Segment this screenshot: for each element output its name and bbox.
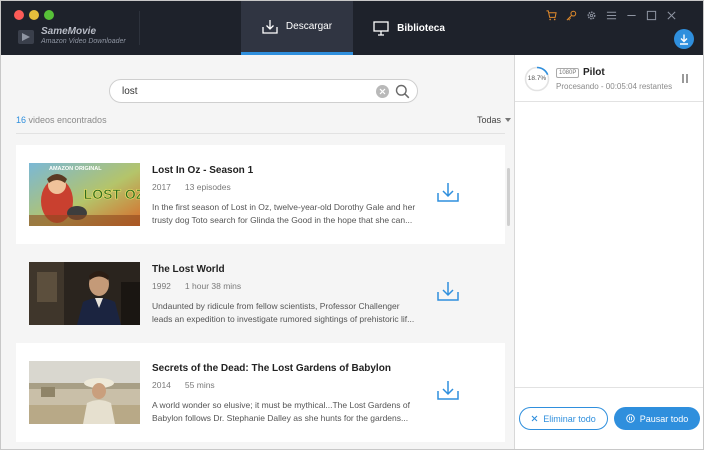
- pause-icon[interactable]: [682, 74, 690, 83]
- download-queue-button[interactable]: [674, 29, 694, 49]
- tab-download[interactable]: Descargar: [241, 1, 353, 55]
- results-count-label: videos encontrados: [26, 115, 107, 125]
- queue-footer: Eliminar todo Pausar todo: [515, 387, 703, 449]
- video-thumbnail[interactable]: [29, 262, 140, 325]
- video-duration: 55 mins: [184, 380, 215, 390]
- video-duration: 1 hour 38 mins: [184, 281, 242, 291]
- list-divider: [16, 133, 505, 134]
- pause-all-button[interactable]: Pausar todo: [614, 407, 700, 430]
- results-count: 16 videos encontrados: [16, 115, 107, 125]
- title-bar: SameMovie Amazon Video Downloader Descar…: [1, 1, 703, 55]
- caret-down-icon: [505, 118, 512, 122]
- maximize-icon[interactable]: [646, 10, 657, 21]
- app-subtitle: Amazon Video Downloader: [41, 38, 126, 45]
- app-window: SameMovie Amazon Video Downloader Descar…: [0, 0, 704, 450]
- video-description: In the first season of Lost in Oz, twelv…: [152, 202, 416, 225]
- video-year: 1992: [152, 281, 171, 291]
- download-arrow-icon: [680, 34, 688, 45]
- results-count-number: 16: [16, 115, 27, 125]
- close-window-button[interactable]: [14, 10, 24, 20]
- gear-icon[interactable]: [586, 10, 597, 21]
- video-title[interactable]: The Lost World: [152, 264, 225, 275]
- monitor-icon: [373, 20, 389, 36]
- x-icon: [531, 415, 538, 422]
- app-logo-icon: [18, 30, 34, 44]
- video-description: A world wonder so elusive; it must be my…: [152, 400, 410, 423]
- download-icon[interactable]: [436, 280, 460, 302]
- video-year: 2014: [152, 380, 171, 390]
- clear-all-label: Eliminar todo: [543, 413, 596, 424]
- video-list: AMAZON ORIGINAL LOST OZ Lost In Oz - Sea…: [16, 145, 507, 449]
- queue-item-title: Pilot: [583, 67, 605, 78]
- video-year: 2017: [152, 182, 171, 192]
- quality-badge: 1080P: [556, 68, 580, 78]
- list-scrollbar[interactable]: [507, 168, 510, 226]
- video-thumbnail[interactable]: AMAZON ORIGINAL LOST OZ: [29, 163, 140, 226]
- queue-item-status: Procesando - 00:05:04 restantes: [556, 82, 673, 91]
- filter-dropdown[interactable]: Todas: [477, 115, 512, 125]
- progress-percent: 18.7%: [527, 75, 547, 82]
- video-item: The Lost World 1992 1 hour 38 mins Undaun…: [16, 244, 505, 343]
- pause-circle-icon: [625, 414, 635, 423]
- search-input[interactable]: [122, 84, 362, 99]
- minimize-icon[interactable]: [626, 10, 637, 21]
- download-tray-icon: [262, 20, 278, 34]
- toolbar-icons: [546, 10, 677, 21]
- app-name: SameMovie: [41, 26, 97, 37]
- thumbnail-title: LOST OZ: [84, 186, 140, 202]
- video-meta: 2017 13 episodes: [152, 182, 231, 192]
- video-thumbnail[interactable]: [29, 361, 140, 424]
- video-duration: 13 episodes: [184, 182, 231, 192]
- video-item: AMAZON ORIGINAL LOST OZ Lost In Oz - Sea…: [16, 145, 505, 244]
- download-icon[interactable]: [436, 379, 460, 401]
- menu-icon[interactable]: [606, 10, 617, 21]
- video-title[interactable]: Secrets of the Dead: The Lost Gardens of…: [152, 363, 391, 374]
- search-bar: [109, 79, 418, 103]
- title-separator: [139, 11, 140, 45]
- video-meta: 1992 1 hour 38 mins: [152, 281, 241, 291]
- tab-library-label: Biblioteca: [397, 22, 445, 34]
- thumbnail-caption: AMAZON ORIGINAL: [49, 166, 102, 172]
- tab-library[interactable]: Biblioteca: [353, 1, 465, 55]
- video-title[interactable]: Lost In Oz - Season 1: [152, 165, 253, 176]
- download-queue-panel: 18.7% 1080P Pilot Procesando - 00:05:04 …: [515, 55, 703, 449]
- video-item: Secrets of the Dead: The Lost Gardens of…: [16, 343, 505, 442]
- queue-item: 18.7% 1080P Pilot Procesando - 00:05:04 …: [515, 55, 703, 102]
- cart-icon[interactable]: [546, 10, 557, 21]
- search-icon[interactable]: [395, 84, 410, 99]
- download-icon[interactable]: [436, 181, 460, 203]
- clear-all-button[interactable]: Eliminar todo: [519, 407, 608, 430]
- clear-search-button[interactable]: [376, 85, 389, 98]
- filter-selected: Todas: [477, 115, 502, 125]
- search-results-panel: 16 videos encontrados Todas: [1, 55, 514, 449]
- close-icon[interactable]: [666, 10, 677, 21]
- tab-download-label: Descargar: [285, 21, 333, 32]
- key-icon[interactable]: [566, 10, 577, 21]
- video-meta: 2014 55 mins: [152, 380, 215, 390]
- minimize-window-button[interactable]: [29, 10, 39, 20]
- video-description: Undaunted by ridicule from fellow scient…: [152, 301, 415, 324]
- zoom-window-button[interactable]: [44, 10, 54, 20]
- pause-all-label: Pausar todo: [639, 413, 689, 424]
- clear-x-icon: [379, 88, 386, 95]
